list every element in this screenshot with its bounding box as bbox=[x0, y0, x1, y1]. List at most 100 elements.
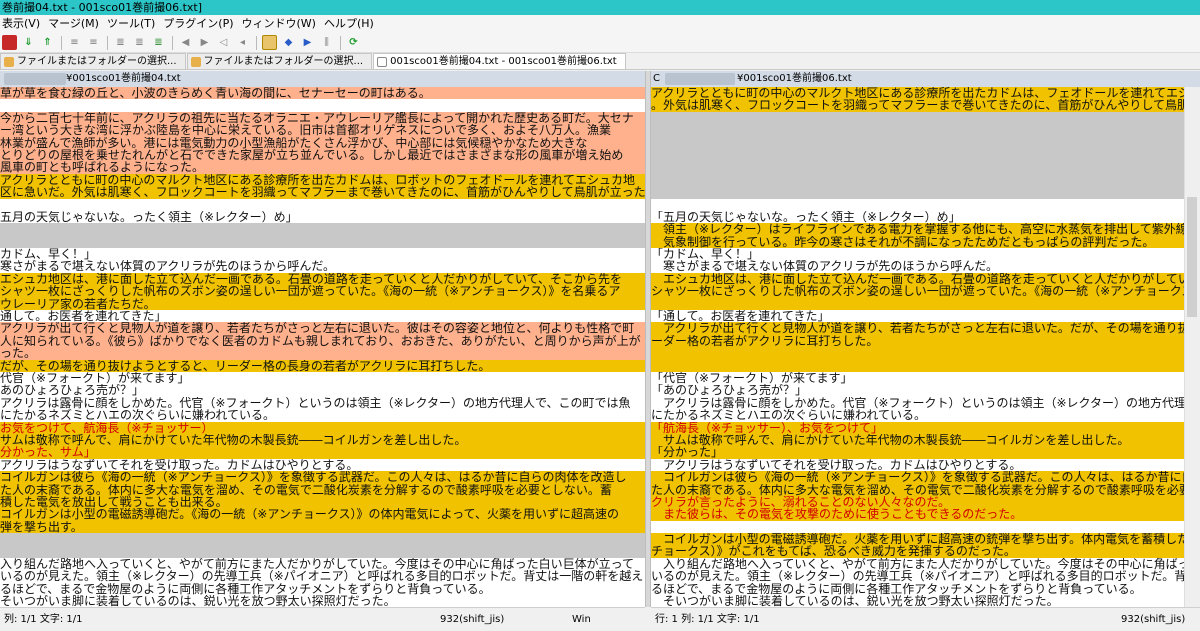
text-line[interactable]: アクリラは露骨に顔をしかめた。代官（※フォークト）というのは領主（※レクター）の… bbox=[0, 396, 645, 410]
text-line[interactable]: カドム、早く！」 bbox=[0, 248, 645, 261]
text-line[interactable]: アクリラが出て行くと見物人が道を譲り、若者たちがさっと左右に退いた。だが、その場… bbox=[651, 322, 1184, 335]
text-line[interactable] bbox=[651, 124, 1184, 137]
text-line[interactable]: そいつがいま脚に装着しているのは、鋭い光を放つ野太い探照灯だった。 bbox=[651, 595, 1184, 607]
text-line[interactable]: ウレーリア家の若者たちだ。 bbox=[0, 297, 645, 311]
text-line[interactable] bbox=[0, 533, 645, 546]
text-line[interactable]: いるのが見えた。領主（※レクター）の先導工兵（※パイオニア）と呼ばれる多目的ロボ… bbox=[0, 570, 645, 583]
next-icon[interactable]: ⫼ bbox=[319, 35, 334, 50]
left-text-lines[interactable]: 草が草を食む緑の丘と、小波のきらめく青い海の間に、セナーセーの町はある。 今から二… bbox=[0, 87, 645, 607]
vertical-scrollbar[interactable] bbox=[1184, 87, 1200, 607]
copy-right-icon[interactable]: ◁ bbox=[216, 35, 231, 50]
text-line[interactable]: アクリラが出て行くと見物人が道を譲り、若者たちがさっと左右に退いた。彼はその容姿… bbox=[0, 322, 645, 335]
text-line[interactable] bbox=[651, 173, 1184, 187]
text-line[interactable]: 区に急いだ。外気は肌寒く、フロックコートを羽織ってマフラーまで巻いてきたのに、首… bbox=[0, 186, 645, 199]
merge-left-icon[interactable]: ≣ bbox=[132, 35, 147, 50]
text-line[interactable]: コイルガンは小型の電磁誘導砲だ。火薬を用いずに超高速の銃弾を撃ち出す。体内電気を… bbox=[651, 533, 1184, 546]
scroll-thumb[interactable] bbox=[1187, 197, 1197, 317]
text-line[interactable]: 気象制御を行っている。昨今の寒さはそれが不調になったためだともっぱらの評判だった… bbox=[651, 235, 1184, 249]
text-line[interactable]: 「五月の天気じゃないな。ったく領主（※レクター）め」 bbox=[651, 210, 1184, 224]
diff-last-icon[interactable]: ≡ bbox=[86, 35, 101, 50]
text-line[interactable]: 林業が盛んで漁師が多い。港には電気動力の小型漁船がたくさん浮かび、中心部には気候… bbox=[0, 136, 645, 149]
text-line[interactable]: エシュカ地区は、港に面した立て込んだ一画である。石畳の道路を走っていくと人だかり… bbox=[0, 272, 645, 286]
text-line[interactable]: ーダー格の若者がアクリラに耳打ちした。 bbox=[651, 334, 1184, 348]
text-line[interactable]: エシュカ地区は、港に面した立て込んだ一画である。石畳の道路を走っていくと人だかり… bbox=[651, 272, 1184, 286]
right-file-pane[interactable]: C ¥001sco01巻前撮06.txt アクリラとともに町の中心のマルクト地区… bbox=[651, 71, 1200, 607]
text-line[interactable]: 分かった、サム」 bbox=[0, 446, 645, 459]
menu-plugins[interactable]: プラグイン(P) bbox=[161, 15, 239, 33]
text-line[interactable]: サムは敬称で呼んで、肩にかけていた年代物の木製長銃――コイルガンを差し出した。 bbox=[0, 433, 645, 447]
text-line[interactable]: また彼らは、その電気を攻撃のために使うこともできるのだった。 bbox=[651, 508, 1184, 521]
menu-merge[interactable]: マージ(M) bbox=[46, 15, 105, 33]
down-arrow-icon[interactable]: ⇓ bbox=[21, 35, 36, 50]
text-line[interactable]: 。外気は肌寒く、フロックコートを羽織ってマフラーまで巻いてきたのに、首筋がひんや… bbox=[651, 99, 1184, 112]
text-line[interactable]: にたかるネズミとハエの次ぐらいに嫌われている。 bbox=[0, 409, 645, 422]
right-text-lines[interactable]: アクリラとともに町の中心のマルクト地区にある診療所を出たカドムは、フェオドールを… bbox=[651, 87, 1184, 607]
text-line[interactable] bbox=[0, 545, 645, 558]
text-line[interactable]: にたかるネズミとハエの次ぐらいに嫌われている。 bbox=[651, 409, 1184, 422]
diff-first-icon[interactable]: ≡ bbox=[67, 35, 82, 50]
text-line[interactable]: そいつがいま脚に装着しているのは、鋭い光を放つ野太い探照灯だった。 bbox=[0, 595, 645, 607]
menu-tools[interactable]: ツール(T) bbox=[105, 15, 161, 33]
text-line[interactable]: シャツ一枚にざっくりした帆布のズボン姿の逞しい一団が遮っていた。《海の一統（※ア… bbox=[0, 285, 645, 298]
up-arrow-icon[interactable]: ⇑ bbox=[40, 35, 55, 50]
text-line[interactable]: クリラが言ったように、溺れることのない人々なのだ。 bbox=[651, 495, 1184, 509]
text-line[interactable]: 「航海長（※チョッサー）、お気をつけて」 bbox=[651, 421, 1184, 434]
text-line[interactable] bbox=[0, 235, 645, 249]
options-icon[interactable] bbox=[262, 35, 277, 50]
text-line[interactable] bbox=[0, 99, 645, 112]
text-line[interactable]: 積した電気を放出して戦うことも出来る。 bbox=[0, 495, 645, 509]
text-line[interactable] bbox=[0, 223, 645, 236]
text-line[interactable]: チョークス）》がこれをもてば、恐るべき威力を発揮するのだった。 bbox=[651, 545, 1184, 558]
text-line[interactable]: るほどで、まるで金物屋のように両側に各種工作アタッチメントをずらりと背負っている… bbox=[651, 582, 1184, 596]
text-line[interactable]: 代官（※フォークト）が来てます」 bbox=[0, 371, 645, 385]
text-line[interactable]: 風車の町とも呼ばれるようになった。 bbox=[0, 161, 645, 174]
text-line[interactable]: 今から二百七十年前に、アクリラの祖先に当たるオラニエ・アウレーリア艦長によって開… bbox=[0, 111, 645, 125]
tab-folder-select-1[interactable]: ファイルまたはフォルダーの選択... bbox=[0, 53, 186, 69]
text-line[interactable]: るほどで、まるで金物屋のように両側に各種工作アタッチメントをずらりと背負っている… bbox=[0, 582, 645, 596]
text-line[interactable]: サムは敬称で呼んで、肩にかけていた年代物の木製長銃――コイルガンを差し出した。 bbox=[651, 433, 1184, 447]
settings-icon[interactable]: ▶ bbox=[300, 35, 315, 50]
menu-view[interactable]: 表示(V) bbox=[0, 15, 46, 33]
text-line[interactable]: 「代官（※フォークト）が来てます」 bbox=[651, 371, 1184, 385]
copy-left-icon[interactable]: ▶ bbox=[197, 35, 212, 50]
text-line[interactable] bbox=[651, 520, 1184, 534]
save-icon[interactable] bbox=[2, 35, 17, 50]
text-line[interactable] bbox=[651, 198, 1184, 211]
text-line[interactable]: 弾を撃ち出す。 bbox=[0, 520, 645, 534]
text-line[interactable]: コイルガンは彼ら《海の一統（※アンチョークス）》を象徴する武器だ。この人々は、は… bbox=[0, 471, 645, 484]
merge-right-icon[interactable]: ≣ bbox=[151, 35, 166, 50]
text-line[interactable]: 人に知られている。《彼ら》ばかりでなく医者のカドムも親しまれており、おおきた、あ… bbox=[0, 334, 645, 348]
text-line[interactable]: あのひょろひょろ売が？」 bbox=[0, 384, 645, 397]
text-line[interactable]: 入り組んだ路地へ入っていくと、やがて前方にまた人だかりがしていた。今度はその中心… bbox=[651, 557, 1184, 571]
tab-folder-select-2[interactable]: ファイルまたはフォルダーの選択... bbox=[186, 53, 373, 69]
prev-icon[interactable]: ◂ bbox=[235, 35, 250, 50]
text-line[interactable]: アクリラは露骨に顔をしかめた。代官（※フォークト）というのは領主（※レクター）の… bbox=[651, 396, 1184, 410]
refresh-icon[interactable]: ⟳ bbox=[346, 35, 361, 50]
compare-icon[interactable]: ≣ bbox=[113, 35, 128, 50]
text-line[interactable] bbox=[651, 359, 1184, 372]
text-line[interactable]: アクリラはうなずいてそれを受け取った。カドムはひやりとする。 bbox=[0, 458, 645, 472]
text-line[interactable]: アクリラとともに町の中心のマルクト地区にある診療所を出たカドムは、ロボットのフェ… bbox=[0, 173, 645, 187]
text-line[interactable]: 「通して。お医者を連れてきた」 bbox=[651, 310, 1184, 323]
text-line[interactable] bbox=[651, 136, 1184, 149]
text-line[interactable]: た人の末裔である。体内に多大な電気を溜め、その電気で二酸化炭素を分解するので酸素… bbox=[0, 483, 645, 496]
text-line[interactable] bbox=[651, 186, 1184, 199]
text-line[interactable] bbox=[651, 161, 1184, 174]
text-line[interactable]: 五月の天気じゃないな。ったく領主（※レクター）め」 bbox=[0, 210, 645, 224]
tab-compare-active[interactable]: 001sco01巻前撮04.txt - 001sco01巻前撮06.txt bbox=[373, 53, 626, 69]
color-icon[interactable]: ◆ bbox=[281, 35, 296, 50]
text-line[interactable]: 領主（※レクター）はライフラインである電力を掌握する他にも、高空に水蒸気を排出し… bbox=[651, 223, 1184, 236]
text-line[interactable]: アクリラとともに町の中心のマルクト地区にある診療所を出たカドムは、フェオドールを… bbox=[651, 87, 1184, 100]
text-line[interactable]: 寒さがまるで堪えない体質のアクリラが先のほうから呼んだ。 bbox=[0, 260, 645, 273]
text-line[interactable]: 「分かった」 bbox=[651, 446, 1184, 459]
text-line[interactable]: とりどりの屋根を乗せたれんがと石でできた家屋が立ち並んでいる。しかし最近ではさま… bbox=[0, 148, 645, 162]
text-line[interactable] bbox=[0, 198, 645, 211]
text-line[interactable] bbox=[651, 347, 1184, 360]
text-line[interactable]: 通して。お医者を連れてきた」 bbox=[0, 310, 645, 323]
text-line[interactable]: アクリラはうなずいてそれを受け取った。カドムはひやりとする。 bbox=[651, 458, 1184, 472]
text-line[interactable]: 「カドム、早く！」 bbox=[651, 248, 1184, 261]
text-line[interactable]: 「あのひょろひょろ売が？」 bbox=[651, 384, 1184, 397]
text-line[interactable] bbox=[651, 111, 1184, 125]
text-line[interactable]: 入り組んだ路地へ入っていくと、やがて前方にまた人だかりがしていた。今度はその中心… bbox=[0, 557, 645, 571]
menu-help[interactable]: ヘルプ(H) bbox=[322, 15, 380, 33]
